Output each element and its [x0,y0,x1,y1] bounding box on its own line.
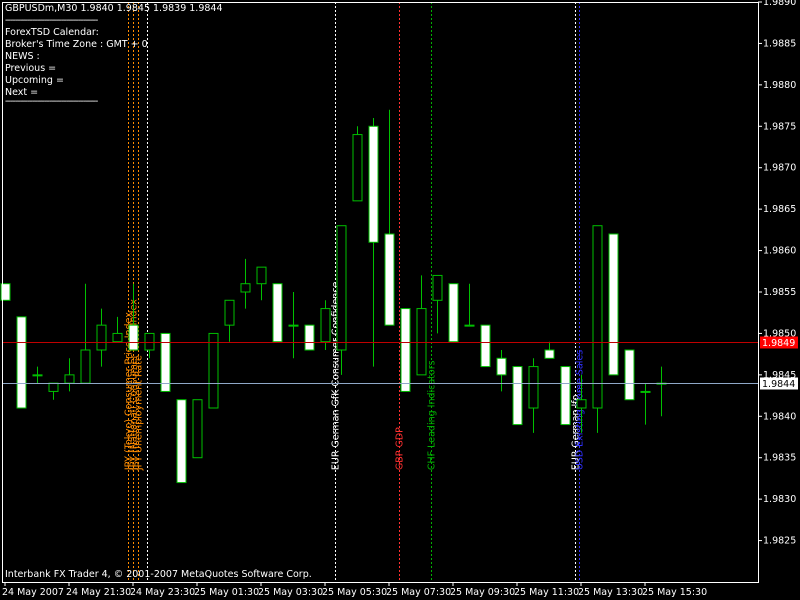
price-tick-label: 1.9880 [763,80,796,91]
bear-candle-body [288,324,299,327]
bull-candle-body [64,374,75,384]
news-event-label: GBP GDP [395,427,406,470]
news-event-label: CHF Leading Indicators [427,360,438,470]
time-tick-label: 24 May 2007 [2,587,64,598]
bear-candle-body [464,324,475,327]
price-tick-label: 1.9875 [763,121,796,132]
bull-candle-body [336,225,347,351]
price-tick-label: 1.9870 [763,163,796,174]
bull-candle-body [320,308,331,343]
bull-candle-body [112,332,123,343]
calendar-separator-bottom: -------------------------------------- [5,96,98,107]
bear-candle-body [384,233,395,326]
price-tick-label: 1.9835 [763,453,796,464]
time-tick-label: 25 May 07:30 [386,587,451,598]
price-tick-label: 1.9840 [763,411,796,422]
bull-candle-body [256,266,267,285]
bear-candle-body [480,324,491,368]
news-event-label: JPY Unemployment Rate [134,355,145,471]
price-tick-label: 1.9830 [763,494,796,505]
time-tick-label: 25 May 05:30 [322,587,387,598]
bear-candle-body [496,357,507,376]
bear-candle-body [608,233,619,376]
bear-candle-body [560,366,571,426]
bear-candle-body [368,125,379,243]
bull-candle-body [240,283,251,293]
time-tick-label: 25 May 09:30 [450,587,515,598]
bull-candle-body [224,299,235,326]
bear-candle-body [400,308,411,392]
price-tick-label: 1.9850 [763,328,796,339]
bear-candle-body [176,399,187,484]
price-tick-label: 1.9825 [763,536,796,547]
bull-candle-body [432,274,443,301]
bull-candle-body [528,366,539,409]
bear-candle-body [448,283,459,343]
price-tick-label: 1.9860 [763,246,796,257]
bull-candle-body [192,399,203,459]
bear-candle-body [272,283,283,343]
footer-copyright: Interbank FX Trader 4, © 2001-2007 MetaQ… [5,569,312,580]
bull-candle-body [208,332,219,409]
bull-candle-body [416,308,427,376]
time-tick-label: 24 May 21:30 [66,587,131,598]
bull-candle-body [352,134,363,202]
bull-candle-body [576,399,587,409]
bull-candle-body [48,382,59,392]
bull-candle-body [144,332,155,351]
bear-candle-body [16,316,27,409]
bear-candle-body [624,349,635,401]
bear-candle-body [544,349,555,359]
calendar-line: Broker's Time Zone : GMT + 0 [5,39,148,50]
bear-candle-body [32,374,43,377]
news-event-label: USD Existing Home Sales [575,350,586,470]
calendar-line: ForexTSD Calendar: [5,27,99,38]
calendar-line: NEWS : [5,51,40,62]
price-tick-label: 1.9855 [763,287,796,298]
calendar-line: Upcoming = [5,75,64,86]
bear-candle-body [304,324,315,351]
news-event-markers: JPY (Tokyo) Consumer Price IndexJPY (Nat… [124,2,586,582]
bear-candle-body [640,390,651,393]
bull-candle-body [80,349,91,384]
time-tick-label: 25 May 03:30 [258,587,323,598]
price-tick-label: 1.9845 [763,370,796,381]
price-tick-label: 1.9890 [763,0,796,8]
time-tick-label: 25 May 01:30 [194,587,259,598]
bear-candle-body [512,366,523,426]
bull-candle-body [592,225,603,409]
ask-price-label: 1.9849 [762,338,795,349]
time-tick-label: 24 May 23:30 [130,587,195,598]
time-tick-label: 25 May 13:30 [578,587,643,598]
bear-candle-body [128,324,139,351]
plot-frame [2,2,759,583]
time-tick-label: 25 May 15:30 [642,587,707,598]
chart-title: GBPUSDm,M30 1.9840 1.9845 1.9839 1.9844 [5,3,223,14]
time-tick-label: 25 May 11:30 [514,587,579,598]
calendar-line: Previous = [5,63,57,74]
bull-candle-body [96,324,107,351]
calendar-separator-top: -------------------------------------- [5,15,98,26]
price-tick-label: 1.9865 [763,204,796,215]
price-tick-label: 1.9885 [763,38,796,49]
candlestick-chart[interactable]: JPY (Tokyo) Consumer Price IndexJPY (Nat… [0,0,800,600]
